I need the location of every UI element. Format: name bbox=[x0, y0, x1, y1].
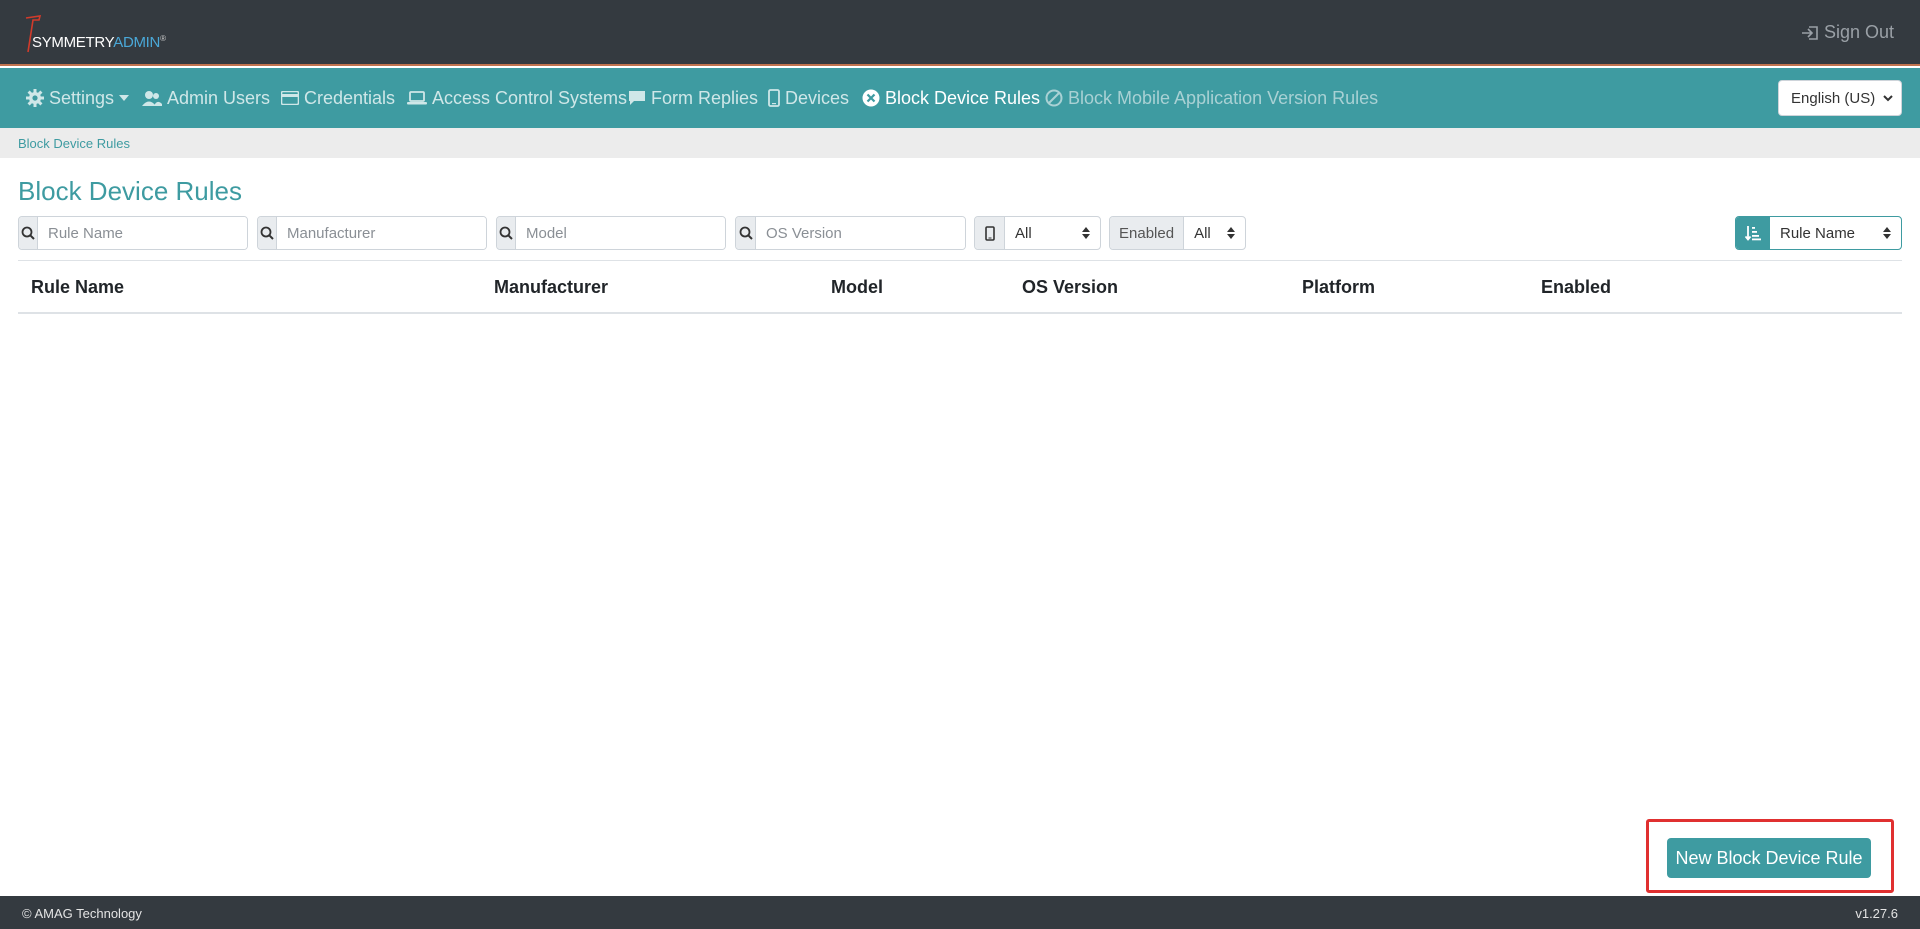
top-bar: SYMMETRYADMIN® Sign Out bbox=[0, 0, 1920, 66]
sign-out-icon bbox=[1801, 25, 1818, 40]
ban-icon bbox=[1045, 89, 1063, 107]
new-block-device-rule-button[interactable]: New Block Device Rule bbox=[1667, 838, 1871, 878]
sign-out-link[interactable]: Sign Out bbox=[1801, 22, 1894, 43]
nav-item-label: Block Mobile Application Version Rules bbox=[1068, 87, 1379, 108]
language-value: English (US) bbox=[1791, 89, 1876, 107]
os-version-filter bbox=[735, 216, 966, 250]
enabled-select-value: All bbox=[1194, 224, 1211, 242]
nav-item-admin-users[interactable]: Admin Users bbox=[142, 86, 270, 110]
nav-item-block-mobile-app-version-rules[interactable]: Block Mobile Application Version Rules bbox=[1045, 86, 1378, 110]
model-filter bbox=[496, 216, 726, 250]
manufacturer-search-input[interactable] bbox=[277, 217, 486, 249]
nav-item-form-replies[interactable]: Form Replies bbox=[628, 86, 758, 110]
main-nav: Settings Admin Users Credentials Access … bbox=[0, 68, 1920, 128]
circle-x-icon bbox=[862, 89, 880, 107]
rules-table: Rule Name Manufacturer Model OS Version … bbox=[18, 260, 1902, 314]
nav-item-label: Devices bbox=[785, 87, 850, 108]
column-header-rule-name[interactable]: Rule Name bbox=[31, 277, 124, 298]
nav-item-label: Credentials bbox=[304, 87, 396, 108]
nav-item-label: Form Replies bbox=[651, 87, 759, 108]
mobile-icon bbox=[768, 89, 780, 107]
nav-item-access-control-systems[interactable]: Access Control Systems bbox=[407, 86, 627, 110]
logo-trademark: ® bbox=[160, 34, 166, 43]
sort-updown-icon bbox=[1227, 227, 1235, 239]
nav-item-credentials[interactable]: Credentials bbox=[281, 86, 395, 110]
page-title: Block Device Rules bbox=[18, 176, 242, 206]
logo-text-symmetry: SYMMETRY bbox=[32, 34, 114, 51]
gear-icon bbox=[26, 89, 44, 107]
caret-down-icon bbox=[119, 95, 130, 101]
logo-text-admin: ADMIN bbox=[113, 34, 161, 51]
sort-updown-icon bbox=[1082, 227, 1090, 239]
language-select[interactable]: English (US) bbox=[1778, 80, 1902, 116]
sort-field-select[interactable]: Rule Name bbox=[1770, 217, 1901, 249]
laptop-icon bbox=[407, 91, 427, 105]
sort-amount-down-icon bbox=[1745, 226, 1761, 241]
rule-name-filter bbox=[18, 216, 248, 250]
breadcrumb[interactable]: Block Device Rules bbox=[18, 136, 130, 151]
footer: © AMAG Technology v1.27.6 bbox=[0, 896, 1920, 929]
column-header-model[interactable]: Model bbox=[831, 277, 883, 298]
enabled-filter: Enabled All bbox=[1109, 216, 1246, 250]
nav-item-devices[interactable]: Devices bbox=[768, 86, 849, 110]
column-header-enabled[interactable]: Enabled bbox=[1541, 277, 1611, 298]
breadcrumb-bar: Block Device Rules bbox=[0, 128, 1920, 158]
model-search-input[interactable] bbox=[516, 217, 725, 249]
os-version-search-input[interactable] bbox=[756, 217, 965, 249]
users-icon bbox=[142, 91, 162, 106]
column-header-platform[interactable]: Platform bbox=[1302, 277, 1375, 298]
nav-item-label: Access Control Systems bbox=[432, 87, 628, 108]
table-header-row: Rule Name Manufacturer Model OS Version … bbox=[18, 260, 1902, 314]
nav-item-label: Settings bbox=[49, 87, 115, 108]
search-icon bbox=[497, 217, 516, 249]
sort-field-value: Rule Name bbox=[1780, 224, 1856, 242]
search-icon bbox=[258, 217, 277, 249]
nav-item-label: Block Device Rules bbox=[885, 87, 1041, 108]
comment-icon bbox=[629, 91, 645, 105]
platform-select-value: All bbox=[1015, 224, 1032, 242]
sign-out-label: Sign Out bbox=[1823, 22, 1894, 42]
search-icon bbox=[19, 217, 38, 249]
nav-item-settings[interactable]: Settings bbox=[26, 86, 130, 110]
enabled-select[interactable]: All bbox=[1184, 217, 1245, 249]
nav-item-label: Admin Users bbox=[167, 87, 271, 108]
platform-select[interactable]: All bbox=[1005, 217, 1100, 249]
enabled-filter-label: Enabled bbox=[1110, 217, 1185, 249]
sort-control: Rule Name bbox=[1735, 216, 1902, 250]
column-header-os-version[interactable]: OS Version bbox=[1022, 277, 1118, 298]
manufacturer-filter bbox=[257, 216, 487, 250]
credential-card-icon bbox=[281, 91, 299, 105]
version-text: v1.27.6 bbox=[1855, 906, 1898, 921]
sort-updown-icon bbox=[1883, 227, 1891, 239]
copyright-text: © AMAG Technology bbox=[22, 906, 142, 921]
column-header-manufacturer[interactable]: Manufacturer bbox=[494, 277, 608, 298]
chevron-down-icon bbox=[1883, 95, 1893, 102]
search-icon bbox=[736, 217, 756, 249]
sort-direction-button[interactable] bbox=[1736, 217, 1770, 249]
rule-name-search-input[interactable] bbox=[38, 217, 247, 249]
mobile-icon bbox=[975, 217, 1005, 249]
platform-filter: All bbox=[974, 216, 1101, 250]
nav-item-block-device-rules[interactable]: Block Device Rules bbox=[862, 86, 1040, 110]
